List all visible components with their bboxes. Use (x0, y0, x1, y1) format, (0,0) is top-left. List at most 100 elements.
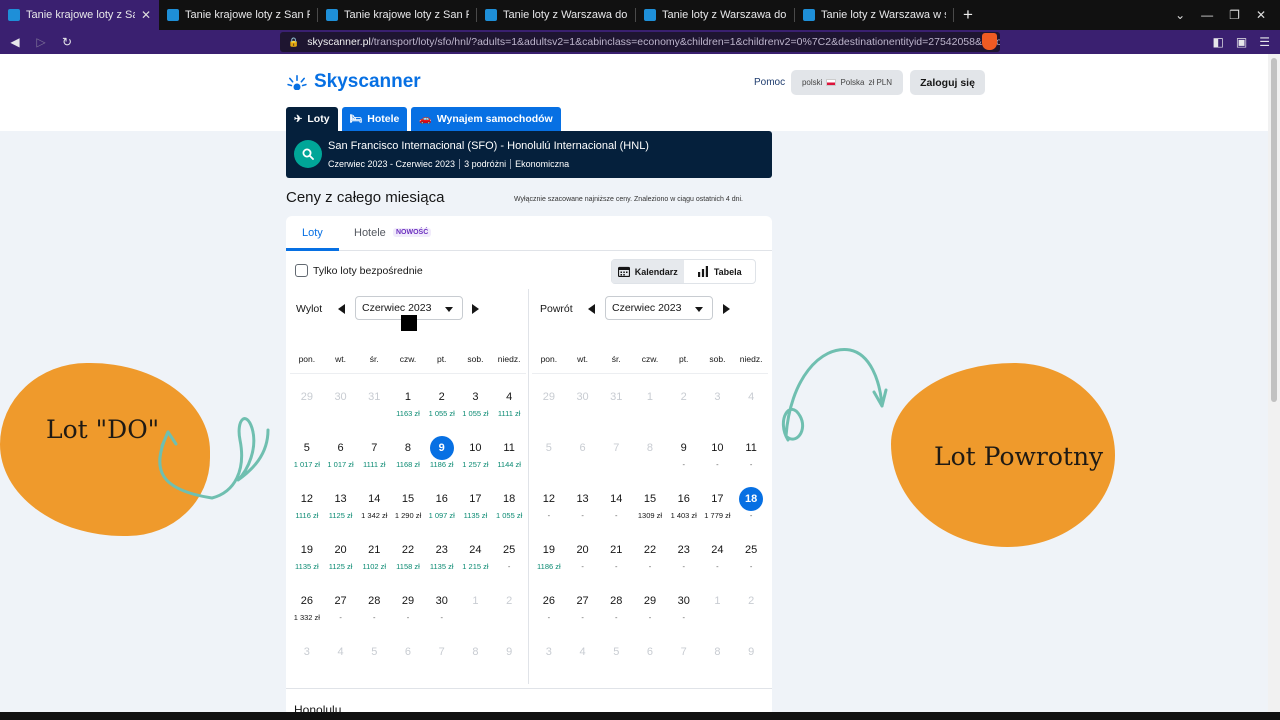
day-cell[interactable]: 19 1186 zł (532, 532, 566, 583)
prev-month-icon[interactable] (588, 304, 595, 314)
day-cell[interactable]: 18 1 055 zł (492, 481, 526, 532)
day-price: 1125 zł (328, 511, 353, 520)
day-cell[interactable]: 25 - (734, 532, 768, 583)
wallet-icon[interactable]: ▣ (1236, 35, 1247, 49)
tab-flights[interactable]: ✈ Loty (286, 107, 338, 131)
day-price: 1 779 zł (704, 511, 731, 520)
day-cell[interactable]: 20 - (566, 532, 600, 583)
day-cell[interactable]: 13 - (566, 481, 600, 532)
browser-tab[interactable]: Tanie krajowe loty z San Franc (159, 0, 318, 30)
minimize-icon[interactable]: — (1201, 8, 1213, 22)
day-cell[interactable]: 29 - (391, 583, 425, 634)
day-cell[interactable]: 13 1125 zł (324, 481, 358, 532)
search-button[interactable] (294, 140, 322, 168)
new-tab-icon[interactable]: + (954, 0, 982, 30)
locale-button[interactable]: polski Polska zł PLN (791, 70, 903, 95)
day-cell[interactable]: 30 - (667, 583, 701, 634)
day-cell[interactable]: 12 - (532, 481, 566, 532)
tab-card-hotels[interactable]: Hotele (354, 227, 386, 239)
brave-shield-icon[interactable] (982, 33, 997, 50)
day-cell[interactable]: 22 1158 zł (391, 532, 425, 583)
menu-icon[interactable]: ☰ (1259, 35, 1270, 49)
day-cell[interactable]: 9- (667, 430, 701, 481)
prev-month-icon[interactable] (338, 304, 345, 314)
day-price: - (406, 613, 410, 622)
day-cell[interactable]: 27 - (324, 583, 358, 634)
day-cell[interactable]: 11 1144 zł (492, 430, 526, 481)
direct-only-filter[interactable]: Tylko loty bezpośrednie (295, 264, 423, 277)
selected-day-cell[interactable]: 18- (734, 481, 768, 532)
day-cell[interactable]: 14 1 342 zł (357, 481, 391, 532)
sidebar-toggle-icon[interactable]: ◧ (1213, 35, 1224, 49)
return-month-select[interactable]: Czerwiec 2023 (605, 296, 713, 320)
day-cell[interactable]: 3 1 055 zł (459, 379, 493, 430)
reload-icon[interactable]: ↻ (56, 30, 78, 54)
forward-icon[interactable]: ▷ (30, 30, 52, 54)
day-cell[interactable]: 29 - (633, 583, 667, 634)
browser-tab[interactable]: Tanie loty z Warszawa w serw (795, 0, 954, 30)
day-cell[interactable]: 23 1135 zł (425, 532, 459, 583)
day-cell[interactable]: 28 - (599, 583, 633, 634)
browser-tab[interactable]: Tanie loty z Warszawa do Port (477, 0, 636, 30)
browser-tab[interactable]: Tanie loty z Warszawa do Port (636, 0, 795, 30)
day-cell[interactable]: 20 1125 zł (324, 532, 358, 583)
page-scrollbar[interactable] (1268, 54, 1280, 712)
tab-list-chevron-icon[interactable]: ⌄ (1175, 8, 1185, 22)
close-tab-icon[interactable]: ✕ (141, 8, 151, 22)
table-view-button[interactable]: Tabela (684, 260, 756, 283)
day-cell[interactable]: 26 1 332 zł (290, 583, 324, 634)
day-cell[interactable]: 8 1168 zł (391, 430, 425, 481)
close-window-icon[interactable]: ✕ (1256, 8, 1266, 22)
day-cell[interactable]: 17 1135 zł (459, 481, 493, 532)
day-cell[interactable]: 26 - (532, 583, 566, 634)
day-cell: 3 (532, 634, 566, 685)
tab-car-hire[interactable]: 🚗 Wynajem samochodów (411, 107, 561, 131)
day-cell[interactable]: 22 - (633, 532, 667, 583)
day-cell[interactable]: 21 - (599, 532, 633, 583)
day-cell[interactable]: 1 1163 zł (391, 379, 425, 430)
scrollbar-thumb[interactable] (1271, 58, 1277, 402)
day-cell[interactable]: 28 - (357, 583, 391, 634)
day-cell[interactable]: 4 1111 zł (492, 379, 526, 430)
day-cell[interactable]: 17 1 779 zł (701, 481, 735, 532)
day-cell[interactable]: 7 1111 zł (357, 430, 391, 481)
day-cell[interactable]: 10 1 257 zł (459, 430, 493, 481)
day-cell[interactable]: 23 - (667, 532, 701, 583)
day-cell[interactable]: 11 - (734, 430, 768, 481)
day-cell[interactable]: 16 1 403 zł (667, 481, 701, 532)
day-cell[interactable]: 15 1 290 zł (391, 481, 425, 532)
day-cell[interactable]: 14 - (599, 481, 633, 532)
browser-tab[interactable]: Tanie krajowe loty z San Franc (318, 0, 477, 30)
help-link[interactable]: Pomoc (754, 77, 785, 88)
tab-card-flights[interactable]: Loty (302, 227, 323, 239)
day-cell[interactable]: 19 1135 zł (290, 532, 324, 583)
back-icon[interactable]: ◀ (4, 30, 26, 54)
next-month-icon[interactable] (472, 304, 479, 314)
day-cell[interactable]: 27 - (566, 583, 600, 634)
day-cell[interactable]: 21 1102 zł (357, 532, 391, 583)
browser-tab[interactable]: Tanie krajowe loty z San Fr ✕ (0, 0, 159, 30)
restore-icon[interactable]: ❐ (1229, 8, 1240, 22)
address-bar[interactable]: 🔒 skyscanner.pl /transport/loty/sfo/hnl/… (280, 32, 1000, 52)
calendar-view-button[interactable]: Kalendarz (612, 260, 684, 283)
selected-day-cell[interactable]: 9 1186 zł (425, 430, 459, 481)
day-cell[interactable]: 5 1 017 zł (290, 430, 324, 481)
table-view-label: Tabela (713, 266, 742, 277)
weekday-label: śr. (611, 354, 621, 364)
day-cell[interactable]: 16 1 097 zł (425, 481, 459, 532)
day-cell[interactable]: 25 - (492, 532, 526, 583)
skyscanner-logo[interactable]: Skyscanner (286, 71, 421, 93)
day-cell[interactable]: 15 1309 zł (633, 481, 667, 532)
search-summary[interactable]: San Francisco Internacional (SFO) - Hono… (286, 131, 772, 178)
day-cell[interactable]: 2 1 055 zł (425, 379, 459, 430)
tab-hotels[interactable]: 🛏 Hotele (341, 107, 408, 131)
login-button[interactable]: Zaloguj się (910, 70, 985, 95)
day-cell[interactable]: 24 - (701, 532, 735, 583)
day-cell[interactable]: 12 1116 zł (290, 481, 324, 532)
day-cell[interactable]: 24 1 215 zł (459, 532, 493, 583)
next-month-icon[interactable] (723, 304, 730, 314)
day-cell[interactable]: 30 - (425, 583, 459, 634)
day-cell[interactable]: 10 - (701, 430, 735, 481)
direct-only-checkbox[interactable] (295, 264, 308, 277)
day-cell[interactable]: 6 1 017 zł (324, 430, 358, 481)
